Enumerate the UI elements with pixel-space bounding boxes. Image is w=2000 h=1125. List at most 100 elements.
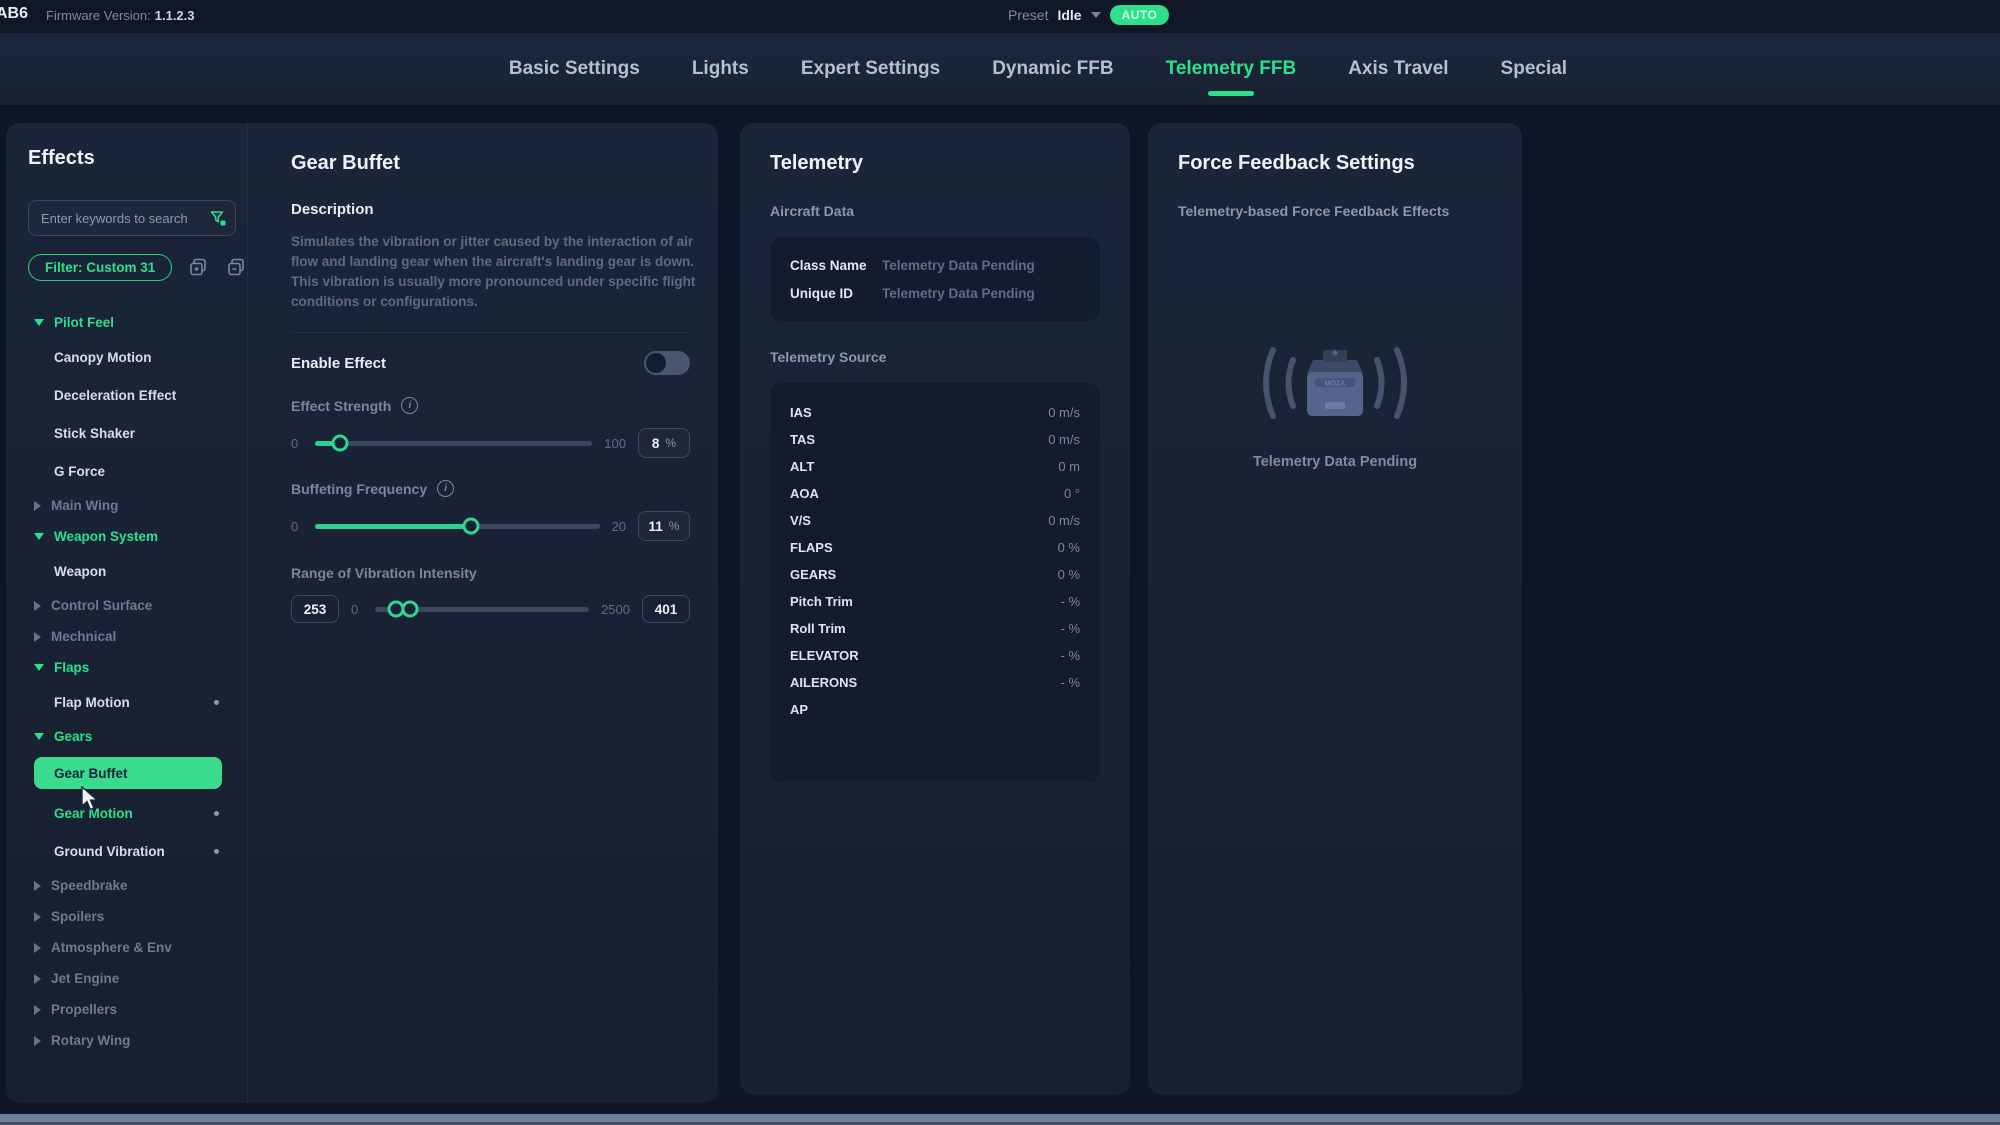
effect-strength-track[interactable] <box>315 441 592 446</box>
search-input[interactable] <box>39 210 210 227</box>
tree-item-pilot-feel[interactable]: Pilot Feel <box>14 307 247 338</box>
aircraft-data-card: Class NameTelemetry Data PendingUnique I… <box>770 237 1100 321</box>
tree-item-ground-vibration[interactable]: Ground Vibration <box>14 832 247 870</box>
effect-strength-thumb[interactable] <box>331 435 348 452</box>
search-box[interactable] <box>28 200 236 236</box>
slider-max: 100 <box>604 436 626 451</box>
tree-item-gears[interactable]: Gears <box>14 721 247 752</box>
tab-telemetry-ffb[interactable]: Telemetry FFB <box>1166 58 1297 80</box>
buffeting-frequency-track[interactable] <box>315 524 600 529</box>
selected-pill[interactable]: Gear Buffet <box>34 757 222 789</box>
tree-item-g-force[interactable]: G Force <box>14 452 247 490</box>
tab-dynamic-ffb[interactable]: Dynamic FFB <box>992 58 1113 80</box>
enable-effect-toggle[interactable] <box>644 351 690 375</box>
tab-lights[interactable]: Lights <box>692 58 749 80</box>
row-value: - % <box>1061 594 1081 609</box>
tree-item-label: Gears <box>54 729 92 744</box>
range-low-input[interactable]: 253 <box>291 595 339 623</box>
tree-item-mechnical[interactable]: Mechnical <box>14 621 247 652</box>
filter-button[interactable]: Filter: Custom 31 <box>28 254 172 281</box>
info-icon[interactable]: i <box>437 480 454 497</box>
buffeting-frequency-thumb[interactable] <box>463 518 480 535</box>
enable-effect-row: Enable Effect <box>291 351 690 375</box>
slider-min: 0 <box>291 436 303 451</box>
tree-item-canopy-motion[interactable]: Canopy Motion <box>14 338 247 376</box>
tab-expert-settings[interactable]: Expert Settings <box>801 58 940 80</box>
nav-tabs: Basic Settings Lights Expert Settings Dynam… <box>509 58 1567 80</box>
tree-item-stick-shaker[interactable]: Stick Shaker <box>14 414 247 452</box>
vibration-range-track[interactable] <box>375 607 589 612</box>
row-value: 0 ° <box>1064 486 1080 501</box>
info-icon[interactable]: i <box>401 397 418 414</box>
caret-down-icon[interactable] <box>34 733 44 740</box>
tree-item-gear-buffet[interactable]: Gear Buffet <box>14 752 247 794</box>
tree-item-weapon-system[interactable]: Weapon System <box>14 521 247 552</box>
caret-right-icon[interactable] <box>34 501 41 511</box>
caret-down-icon[interactable] <box>34 319 44 326</box>
tab-axis-travel[interactable]: Axis Travel <box>1348 58 1448 80</box>
tree-item-spoilers[interactable]: Spoilers <box>14 901 247 932</box>
toggle-knob <box>646 353 666 373</box>
telemetry-source-row: Roll Trim- % <box>790 615 1080 642</box>
caret-right-icon[interactable] <box>34 912 41 922</box>
effect-strength-label: Effect Strength <box>291 398 391 414</box>
telemetry-source-row: V/S0 m/s <box>790 507 1080 534</box>
unit: % <box>665 436 676 450</box>
caret-right-icon[interactable] <box>34 974 41 984</box>
horizontal-scrollbar[interactable] <box>0 1114 2000 1122</box>
tree-item-propellers[interactable]: Propellers <box>14 994 247 1025</box>
tree-item-label: Control Surface <box>51 598 152 613</box>
tree-item-label: Pilot Feel <box>54 315 114 330</box>
tree-item-deceleration-effect[interactable]: Deceleration Effect <box>14 376 247 414</box>
track-fill <box>315 524 471 529</box>
preset-selector[interactable]: Preset Idle AUTO <box>1008 5 1169 25</box>
tree-item-label: Gear Buffet <box>54 766 128 781</box>
effect-strength-value[interactable]: 8 % <box>638 428 690 458</box>
caret-down-icon[interactable] <box>34 664 44 671</box>
vibration-device-icon: MOZA <box>1235 338 1435 428</box>
chevron-down-icon[interactable] <box>1091 12 1101 18</box>
row-label: IAS <box>790 405 812 420</box>
range-high-input[interactable]: 401 <box>642 595 690 623</box>
tree-item-speedbrake[interactable]: Speedbrake <box>14 870 247 901</box>
slider-max: 20 <box>612 519 626 534</box>
range-high-thumb[interactable] <box>402 601 419 618</box>
telemetry-source-row: Pitch Trim - % <box>790 588 1080 615</box>
copy-add-icon[interactable] <box>188 257 210 279</box>
caret-down-icon[interactable] <box>34 533 44 540</box>
tree-item-weapon[interactable]: Weapon <box>14 552 247 590</box>
row-value: - % <box>1061 675 1081 690</box>
buffeting-frequency-value[interactable]: 11 % <box>638 511 690 541</box>
tree-item-main-wing[interactable]: Main Wing <box>14 490 247 521</box>
tree-item-rotary-wing[interactable]: Rotary Wing <box>14 1025 247 1056</box>
caret-right-icon[interactable] <box>34 601 41 611</box>
tree-item-gear-motion[interactable]: Gear Motion <box>14 794 247 832</box>
caret-right-icon[interactable] <box>34 1036 41 1046</box>
tree-item-flap-motion[interactable]: Flap Motion <box>14 683 247 721</box>
row-value: 0 m/s <box>1048 432 1080 447</box>
tab-special[interactable]: Special <box>1501 58 1568 80</box>
auto-badge[interactable]: AUTO <box>1110 5 1170 25</box>
caret-right-icon[interactable] <box>34 1005 41 1015</box>
caret-right-icon[interactable] <box>34 943 41 953</box>
telemetry-source-row: ALT0 m <box>790 453 1080 480</box>
filter-funnel-icon[interactable] <box>210 210 227 227</box>
copy-remove-icon[interactable] <box>226 257 248 279</box>
row-label: Pitch Trim <box>790 594 853 609</box>
row-value: 0 % <box>1058 567 1080 582</box>
preset-value[interactable]: Idle <box>1057 7 1081 23</box>
caret-right-icon[interactable] <box>34 881 41 891</box>
description-label: Description <box>291 201 690 218</box>
tree-item-label: Main Wing <box>51 498 118 513</box>
caret-right-icon[interactable] <box>34 632 41 642</box>
tree-item-control-surface[interactable]: Control Surface <box>14 590 247 621</box>
tab-basic-settings[interactable]: Basic Settings <box>509 58 640 80</box>
tree-item-jet-engine[interactable]: Jet Engine <box>14 963 247 994</box>
telemetry-panel: Telemetry Aircraft Data Class NameTeleme… <box>740 123 1130 1095</box>
row-label: V/S <box>790 513 811 528</box>
tree-item-atmosphere-env[interactable]: Atmosphere & Env <box>14 932 247 963</box>
tree-item-flaps[interactable]: Flaps <box>14 652 247 683</box>
vibration-range-label: Range of Vibration Intensity <box>291 565 690 581</box>
filter-row: Filter: Custom 31 <box>28 254 247 281</box>
tree-item-label: Mechnical <box>51 629 116 644</box>
